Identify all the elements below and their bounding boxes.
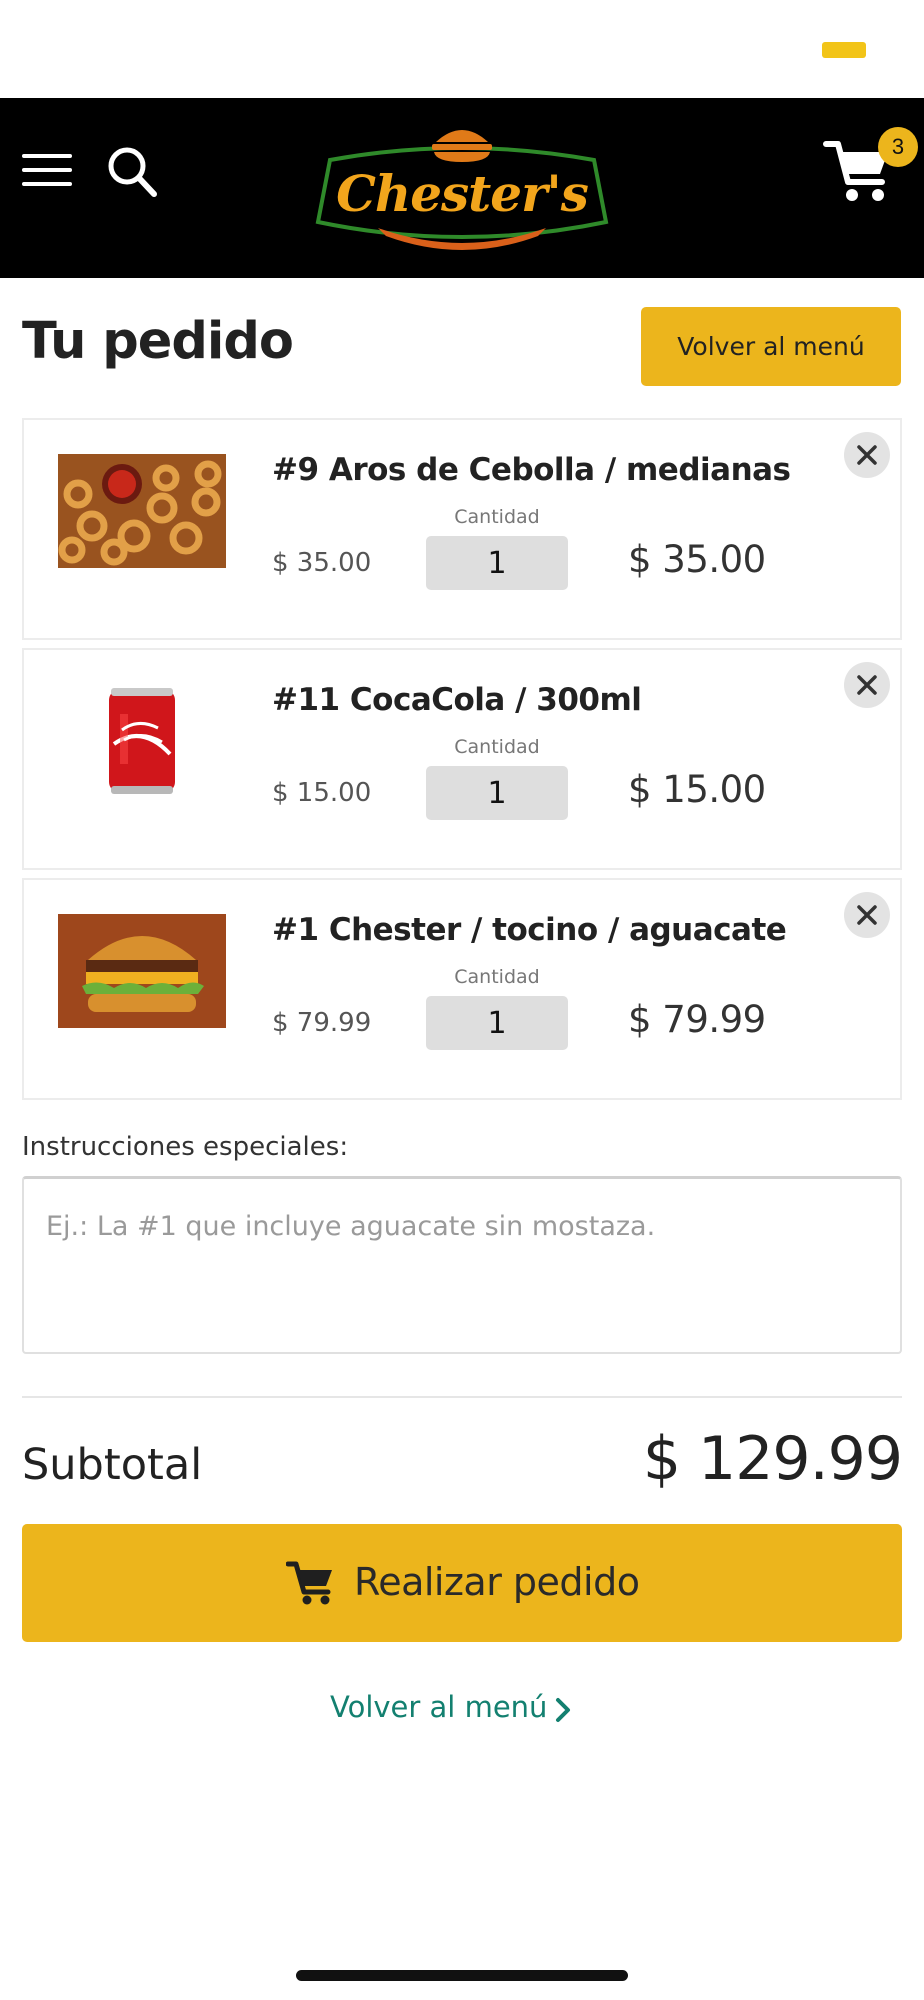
item-unit-price: $ 79.99 [272,1008,372,1038]
order-item: #11 CocaCola / 300ml Cantidad $ 15.00 $ … [22,648,902,870]
subtotal-label: Subtotal [22,1440,203,1490]
brand-name: Chester's [336,164,589,223]
chevron-right-icon[interactable] [554,1696,572,1724]
special-instructions-field[interactable] [22,1176,902,1354]
divider [22,1396,902,1398]
item-name: #11 CocaCola / 300ml [272,682,642,718]
quantity-input[interactable] [426,996,568,1050]
coca-cola-can-image [58,684,226,798]
remove-item-button[interactable] [844,662,890,708]
item-name: #9 Aros de Cebolla / medianas [272,452,791,488]
subtotal-value: $ 129.99 [642,1424,903,1494]
status-indicator [822,42,866,58]
item-unit-price: $ 35.00 [272,548,372,578]
place-order-label: Realizar pedido [354,1560,640,1604]
quantity-input[interactable] [426,536,568,590]
status-bar [0,0,924,98]
item-line-total: $ 35.00 [628,538,766,581]
quantity-label: Cantidad [454,966,540,988]
back-to-menu-button[interactable]: Volver al menú [641,307,901,386]
instructions-label: Instrucciones especiales: [22,1132,349,1162]
burger-image [58,914,226,1028]
shopping-cart-icon [285,1560,336,1606]
place-order-button[interactable]: Realizar pedido [22,1524,902,1642]
home-indicator [296,1970,628,1981]
close-icon [857,445,877,465]
item-line-total: $ 15.00 [628,768,766,811]
page-title: Tu pedido [22,312,294,371]
quantity-input[interactable] [426,766,568,820]
close-icon [857,905,877,925]
order-item: #9 Aros de Cebolla / medianas Cantidad $… [22,418,902,640]
quantity-label: Cantidad [454,506,540,528]
hamburger-menu-icon[interactable] [22,150,72,190]
remove-item-button[interactable] [844,432,890,478]
quantity-label: Cantidad [454,736,540,758]
item-line-total: $ 79.99 [628,998,766,1041]
order-item: #1 Chester / tocino / aguacate Cantidad … [22,878,902,1100]
chesters-logo[interactable]: Chester's [308,118,616,264]
close-icon [857,675,877,695]
item-name: #1 Chester / tocino / aguacate [272,912,787,948]
onion-rings-image [58,454,226,568]
search-icon[interactable] [104,144,160,200]
item-unit-price: $ 15.00 [272,778,372,808]
remove-item-button[interactable] [844,892,890,938]
back-to-menu-link[interactable]: Volver al menú [330,1690,547,1724]
cart-count-badge: 3 [878,127,918,167]
